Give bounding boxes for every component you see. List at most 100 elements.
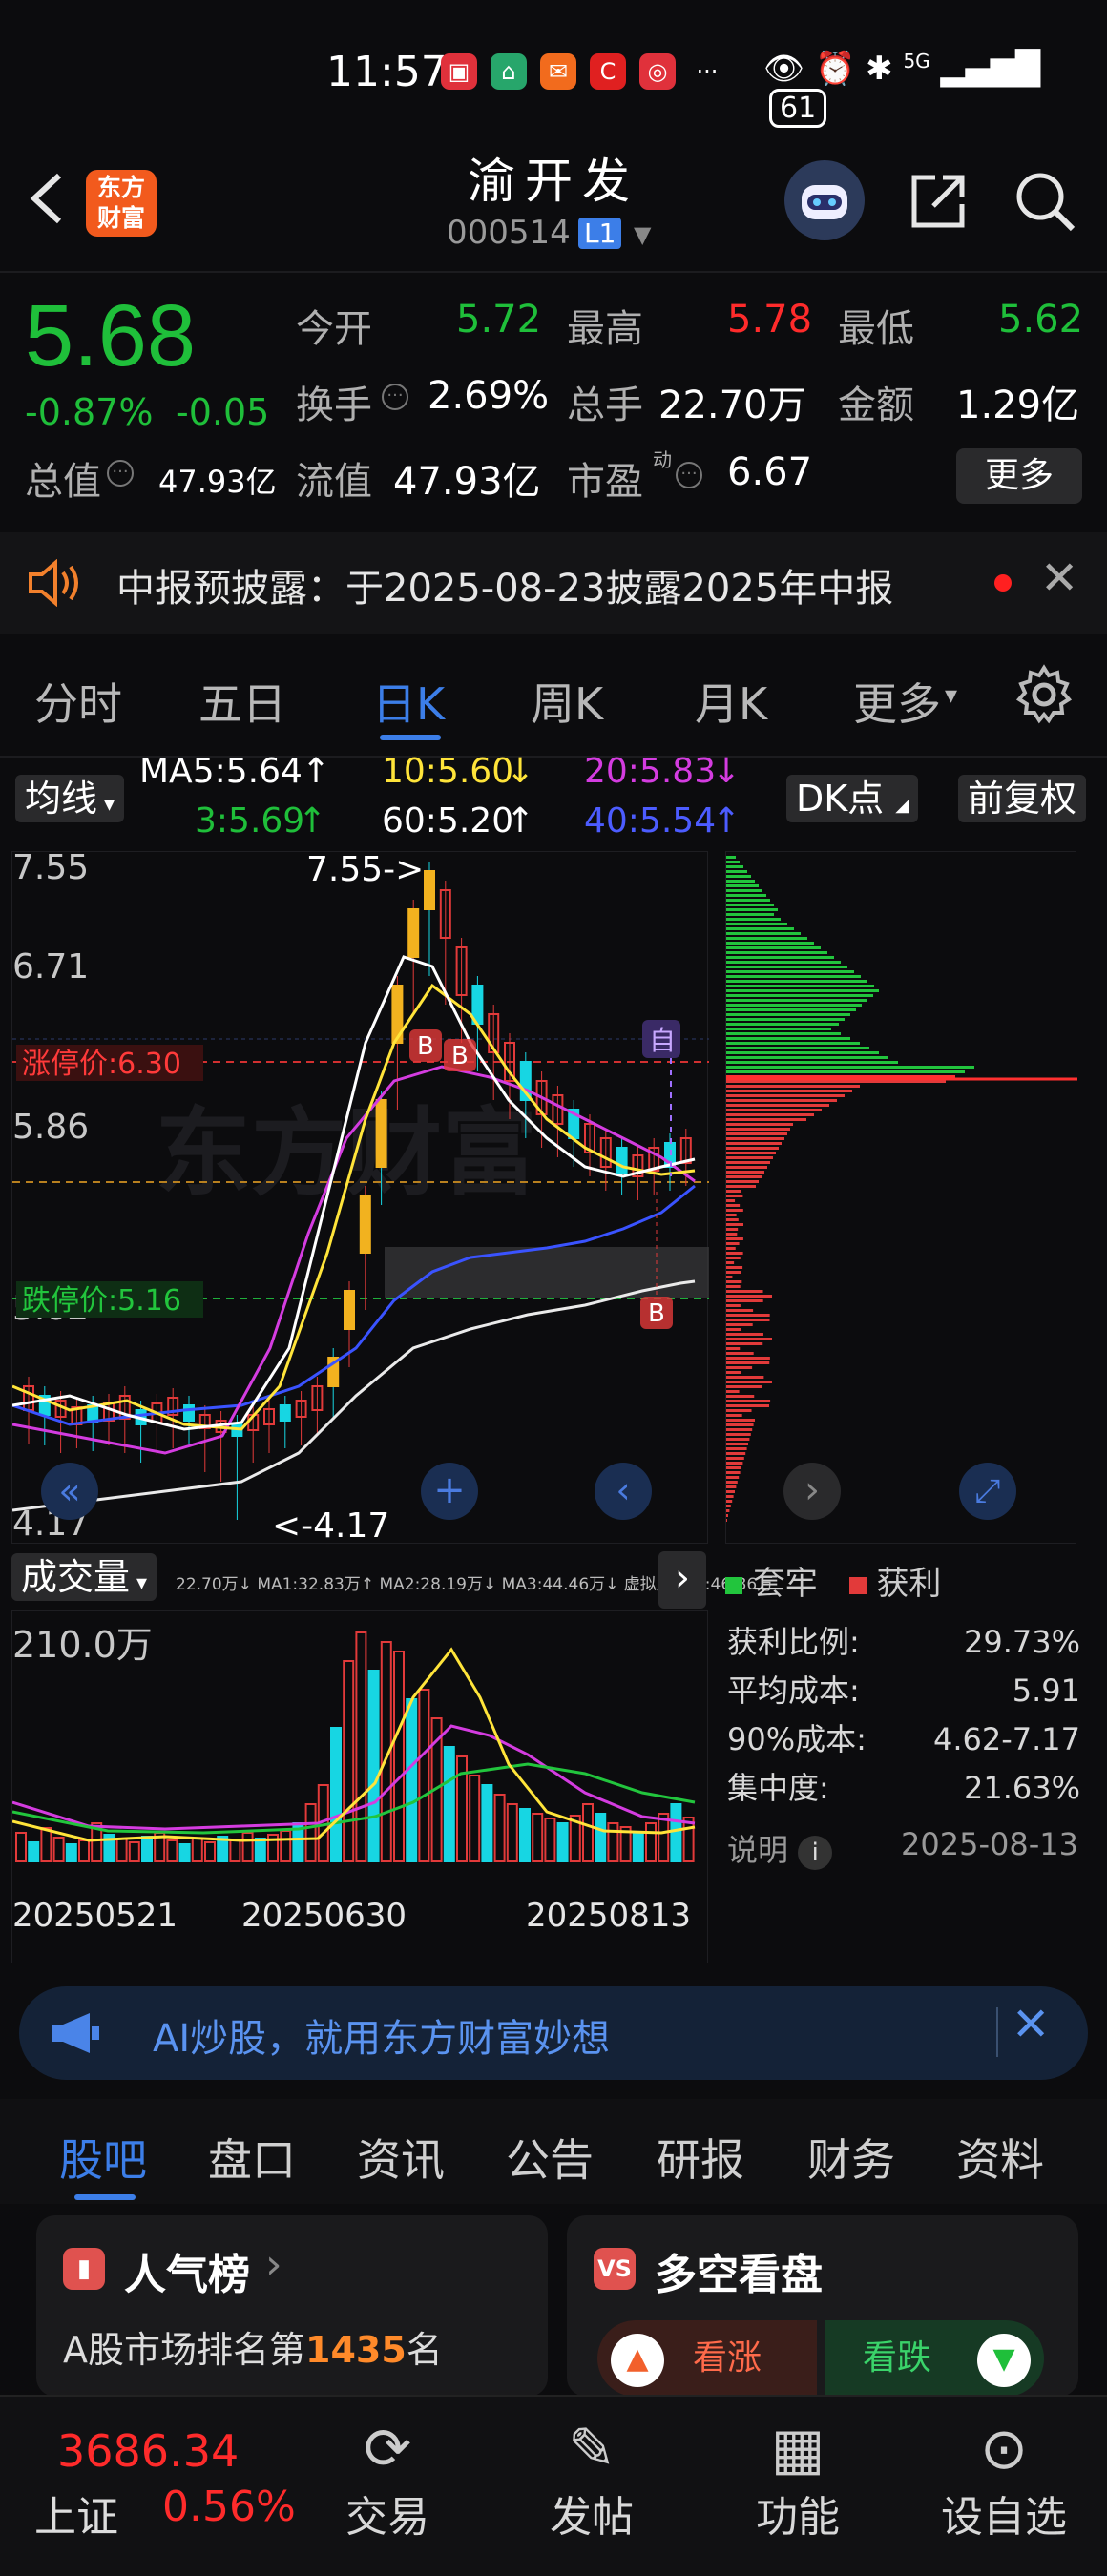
ai-banner[interactable]: AI炒股，就用东方财富妙想 ✕ [19,1986,1088,2080]
chip-bar [726,966,847,968]
settings-gear-icon[interactable] [1013,664,1075,725]
bear-button[interactable]: 看跌 ▼ [825,2320,1044,2397]
chevron-down-icon[interactable]: ▼ [634,221,651,248]
expand-icon[interactable]: ⤢ [959,1463,1016,1520]
low-value: 5.62 [998,298,1084,342]
chip-bar [726,1137,784,1140]
logo-line2: 财富 [96,204,145,232]
tab-monthly-k[interactable]: 月K [695,670,767,733]
tab-news[interactable]: 资讯 [357,2126,445,2189]
chip-bar [726,1004,862,1007]
profit-swatch [848,1577,867,1594]
chip-bar [726,1309,754,1312]
svg-text:B: B [417,1032,434,1061]
search-icon[interactable] [1012,168,1078,235]
assistant-robot-icon[interactable] [784,160,865,240]
chip-bar [726,1400,771,1402]
tab-finance[interactable]: 财务 [807,2126,895,2189]
chip-bar [726,1452,746,1455]
close-icon[interactable]: ✕ [1040,551,1078,605]
buy-marker[interactable]: B [640,1297,673,1329]
volume-chart[interactable]: 210.0万 20250521 20250630 20250813 [11,1610,708,1963]
tab-pankou[interactable]: 盘口 [208,2126,296,2189]
next-indicator-icon[interactable]: › [658,1551,706,1609]
volume-bar [519,1808,531,1862]
tab-announcements[interactable]: 公告 [506,2126,594,2189]
info-icon[interactable]: ··· [107,460,134,487]
kline-chart[interactable]: 东方财富 7.55 6.71 5.86 5.02 4.17 7.55-> <-4… [11,851,709,1545]
chevron-down-icon[interactable]: ▾ [945,681,957,710]
more-notifications-icon: ··· [696,58,719,85]
scroll-right-icon[interactable]: › [783,1463,841,1520]
buy-marker[interactable]: B [409,1029,442,1062]
info-icon[interactable]: ··· [382,384,408,410]
chip-bar [726,1161,770,1164]
tab-more[interactable]: 更多 [853,670,941,733]
notice-bar[interactable]: 中报预披露：于2025-08-23披露2025年中报 ✕ [0,532,1107,634]
bull-bear-card[interactable]: VS 多空看盘 ▲ 看涨 看跌 ▼ [567,2215,1078,2397]
tab-research[interactable]: 研报 [657,2126,744,2189]
divider [0,271,1107,273]
chip-bar [726,932,801,935]
chip-bar [726,1156,773,1159]
y-label: 6.71 [12,947,89,987]
tab-intraday[interactable]: 分时 [34,670,122,733]
vs-icon: VS [594,2248,636,2290]
chip-bar [726,1490,735,1493]
volume-bar [469,1775,481,1862]
eastmoney-logo[interactable]: 东方 财富 [86,170,157,237]
dock-trade[interactable]: ⟳ 交易 [311,2416,464,2544]
chip-stat-row: 获利比例: 29.73% [727,1618,1080,1667]
tab-guba[interactable]: 股吧 [59,2126,147,2189]
more-circle-icon: ⊙ [979,2416,1029,2483]
dock-watchlist[interactable]: ⊙ 设自选 [928,2416,1080,2544]
chip-bar [726,1414,742,1417]
bull-button[interactable]: ▲ 看涨 [597,2320,817,2397]
index-pct[interactable]: 0.56% [162,2483,296,2531]
chip-bar [726,989,879,992]
ma-selector-label: 均线 [25,778,98,820]
more-quote-button[interactable]: 更多 [956,448,1082,504]
ai-banner-text: AI炒股，就用东方财富妙想 [153,2017,611,2061]
tab-weekly-k[interactable]: 周K [531,670,603,733]
chip-bar [726,1319,770,1321]
chip-bar [726,923,787,925]
tab-profile[interactable]: 资料 [956,2126,1044,2189]
chip-note-button[interactable]: 说明 i [727,1826,833,1870]
indicator-selector[interactable]: 成交量 ▾ [11,1553,157,1601]
tab-five-day[interactable]: 五日 [198,670,286,733]
level-badge[interactable]: L1 [578,218,622,249]
buy-marker[interactable]: B [444,1039,476,1071]
tab-daily-k[interactable]: 日K [372,670,445,733]
chip-bar [726,875,751,878]
volume-bar [280,1830,292,1862]
adjust-button[interactable]: 前复权 [958,775,1087,822]
self-select-marker[interactable]: 自 [642,1020,680,1058]
dock-functions[interactable]: ▦ 功能 [721,2416,874,2544]
stock-code[interactable]: 000514 [447,214,571,252]
index-name[interactable]: 上证 [34,2483,118,2544]
candle-body [359,1195,371,1254]
chevron-down-icon: ▾ [97,793,115,817]
dock-post[interactable]: ✎ 发帖 [515,2416,668,2544]
share-icon[interactable] [907,170,970,233]
chip-bar [726,913,774,916]
mktcap-value: 47.93亿 [158,464,277,500]
signal-icon: ▂▄▆█ [940,50,1041,88]
ma-selector[interactable]: 均线 ▾ [15,775,125,822]
popularity-card[interactable]: ▮ 人气榜 › A股市场排名第1435名 [36,2215,548,2397]
zoom-in-icon[interactable]: + [421,1463,478,1520]
rank-unit: 名 [406,2329,443,2371]
chip-bar [726,856,736,859]
chip-stat-label: 平均成本: [727,1672,860,1709]
info-icon[interactable]: ··· [676,462,702,488]
back-icon[interactable] [25,170,69,227]
scroll-left-icon[interactable]: ‹ [595,1463,652,1520]
scroll-start-icon[interactable]: « [41,1463,98,1520]
close-icon[interactable]: ✕ [1012,1998,1050,2051]
index-value[interactable]: 3686.34 [57,2425,239,2477]
volume-bar [229,1839,241,1862]
chip-bar [726,1195,743,1197]
dk-point-button[interactable]: DK点 ◢ [786,775,919,822]
candle-body [183,1404,195,1422]
